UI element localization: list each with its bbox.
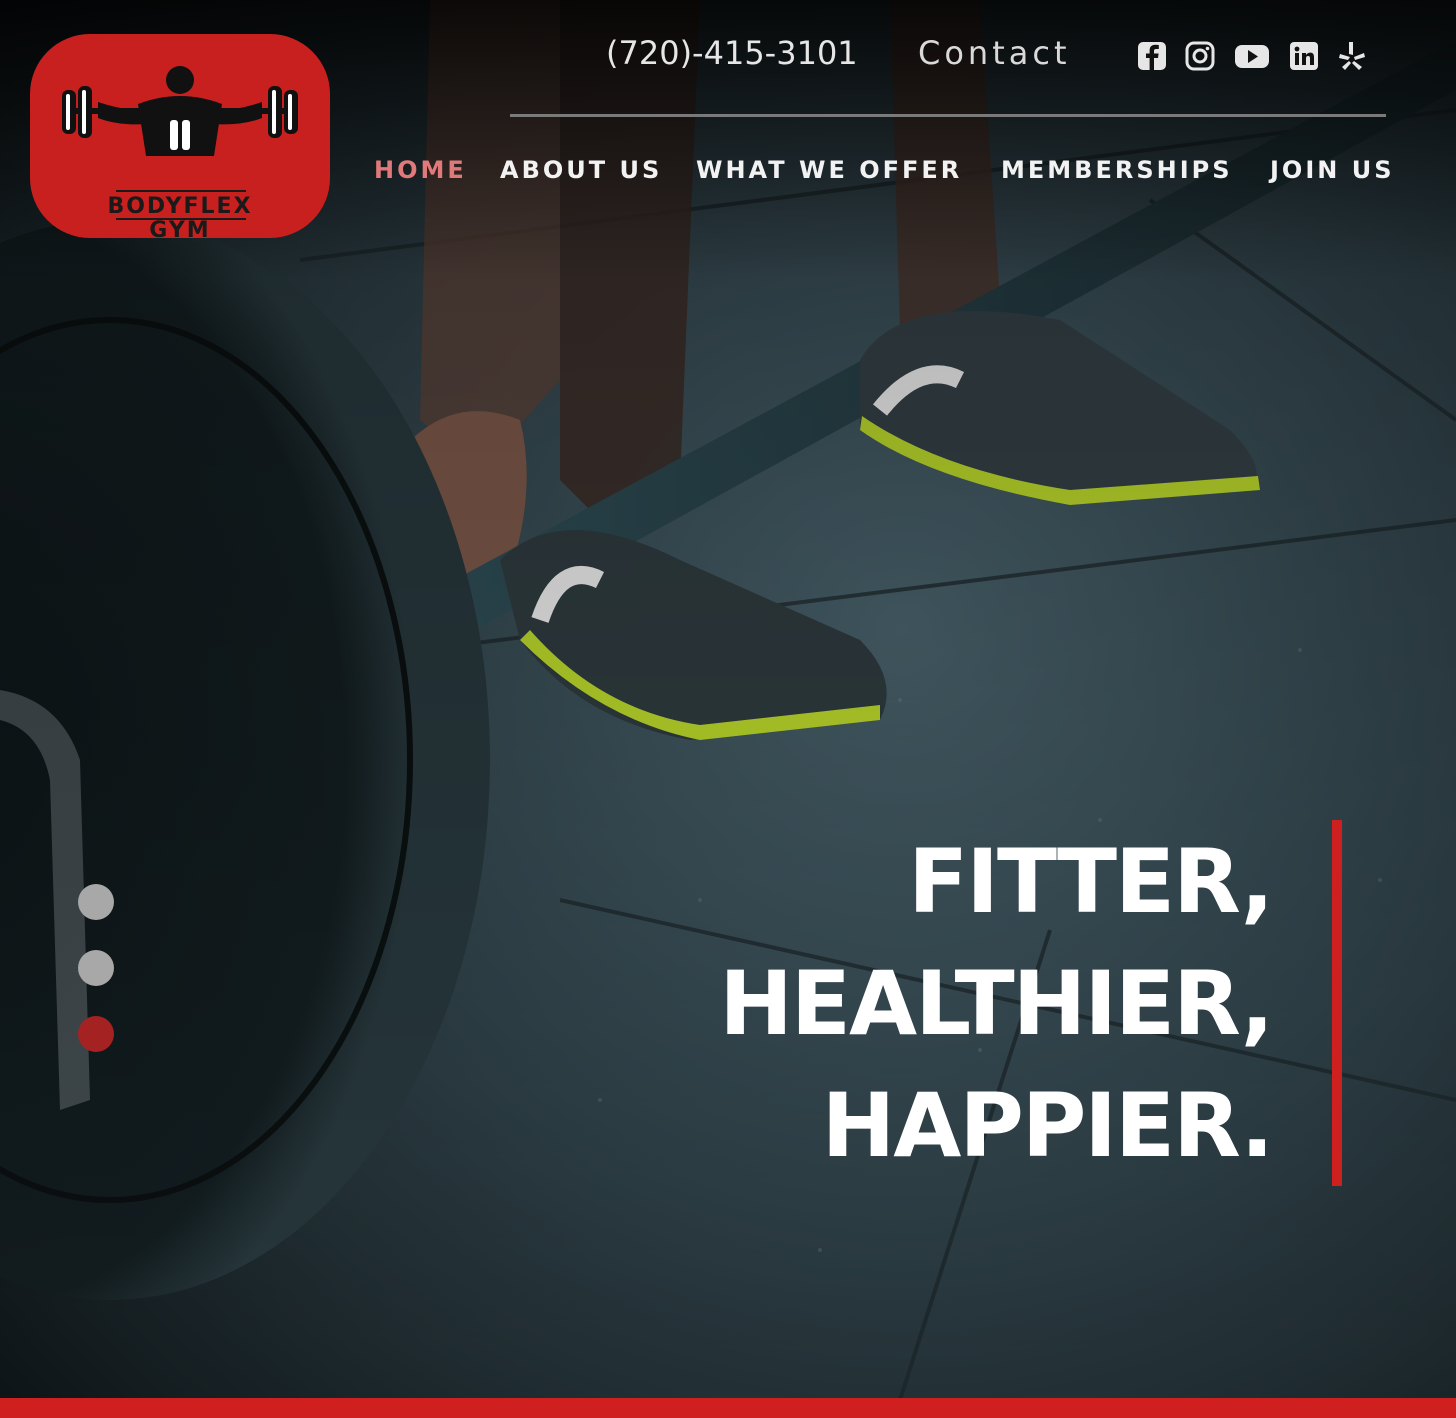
bodybuilder-logo-icon	[62, 66, 298, 156]
hero-headline-line-3: HAPPIER.	[821, 1074, 1274, 1177]
nav-item-join-us[interactable]: JOIN US	[1270, 156, 1394, 184]
slide-dot-3-active[interactable]	[78, 1016, 114, 1052]
youtube-icon[interactable]	[1234, 40, 1270, 72]
hero-headline-line-2: HEALTHIER,	[719, 952, 1274, 1055]
footer-accent-bar	[0, 1398, 1456, 1418]
logo-text-secondary: GYM	[149, 218, 211, 243]
hero-headline-line-1: FITTER,	[908, 830, 1274, 933]
nav-item-what-we-offer[interactable]: WHAT WE OFFER	[696, 156, 962, 184]
nav-item-home[interactable]: HOME	[374, 156, 467, 184]
brand-logo[interactable]: BODYFLEX GYM	[30, 34, 330, 243]
slide-dot-1[interactable]	[78, 884, 114, 920]
headline-accent-bar	[1332, 820, 1342, 1186]
logo-rule-top	[116, 190, 246, 192]
phone-link[interactable]: (720)-415-3101	[606, 34, 858, 72]
linkedin-icon[interactable]	[1288, 40, 1320, 72]
nav-item-memberships[interactable]: MEMBERSHIPS	[1001, 156, 1233, 184]
hero-section: BODYFLEX GYM (720)-415-3101 Contact HOME…	[0, 0, 1456, 1400]
slide-dot-2[interactable]	[78, 950, 114, 986]
yelp-icon[interactable]	[1336, 40, 1368, 72]
header-divider	[510, 114, 1386, 117]
contact-link[interactable]: Contact	[918, 34, 1071, 72]
logo-text-primary: BODYFLEX	[107, 194, 253, 219]
nav-item-about-us[interactable]: ABOUT US	[500, 156, 662, 184]
instagram-icon[interactable]	[1184, 40, 1216, 72]
facebook-icon[interactable]	[1136, 40, 1168, 72]
